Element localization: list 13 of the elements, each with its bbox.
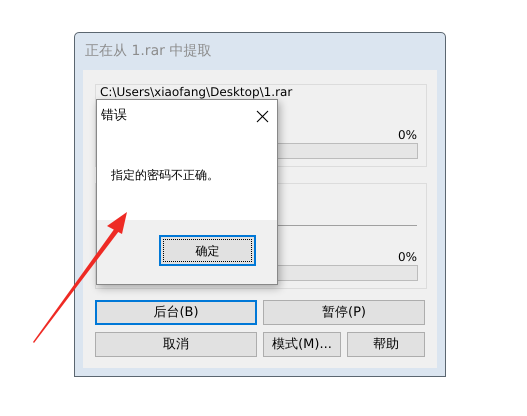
dialog-button[interactable]: 模式(M)... [263,332,341,357]
dialog-title: 错误 [101,107,127,126]
window-title: 正在从 1.rar 中提取 [85,43,212,59]
dialog-button[interactable]: 暂停(P) [263,300,425,325]
dialog-button[interactable]: 帮助 [347,332,425,357]
dialog-button[interactable]: 后台(B) [95,300,257,325]
dialog-button[interactable]: 取消 [95,332,257,357]
file-path: C:\Users\xiaofang\Desktop\1.rar [100,85,292,99]
file-percent: 0% [398,128,417,142]
ok-button[interactable]: 确定 [159,235,256,266]
error-message: 指定的密码不正确。 [111,168,219,182]
close-icon[interactable] [256,110,269,122]
total-percent: 0% [398,250,417,264]
